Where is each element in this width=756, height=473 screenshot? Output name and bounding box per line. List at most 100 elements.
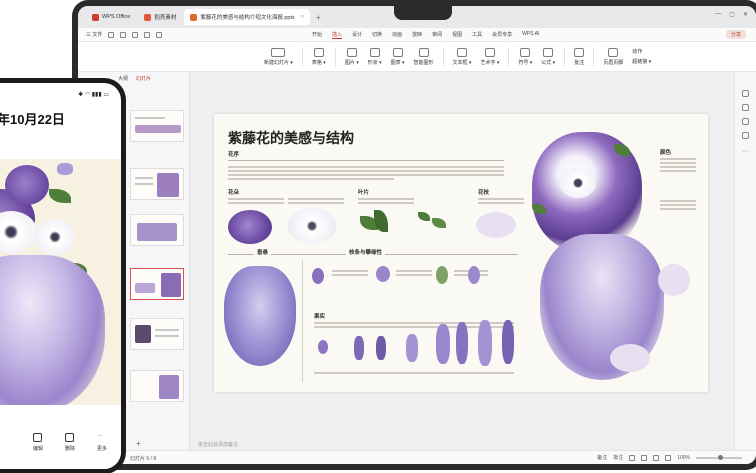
smartart-button[interactable]: 智能图形 (414, 47, 434, 66)
slide-thumbnail[interactable] (130, 318, 184, 350)
photo-preview[interactable] (0, 159, 121, 405)
redo-icon[interactable] (156, 31, 163, 38)
textbox-button[interactable]: 文本框 ▾ (453, 47, 471, 66)
butterfly-illustration (57, 163, 73, 175)
tab-transition[interactable]: 切换 (372, 31, 382, 39)
slide-canvas[interactable]: 紫藤花的美感与结构 花序 花朵 叶片 花枝 垂悬 枝条与攀缘性 果实 颜色 (214, 114, 708, 392)
save-icon[interactable] (120, 31, 127, 38)
tab-review[interactable]: 审阅 (432, 31, 442, 39)
star-icon[interactable] (742, 104, 749, 111)
play-icon[interactable] (665, 454, 672, 461)
status-bar: 幻灯片 5 / 8 备注 批注 100% (78, 450, 756, 464)
slides-tab[interactable]: 幻灯片 (136, 75, 151, 82)
edit-button[interactable]: 编辑 (33, 433, 43, 469)
new-slide-button[interactable]: 新建幻灯片 ▾ (264, 47, 293, 66)
header-footer-button[interactable]: 页眉页脚 (603, 47, 623, 66)
section-heading: 花朵 (228, 190, 240, 196)
equation-button[interactable]: 公式 ▾ (541, 47, 555, 66)
shape-button[interactable]: 形状 ▾ (368, 47, 382, 66)
symbol-icon (520, 47, 531, 57)
add-slide-icon[interactable]: + (136, 439, 141, 448)
minimize-icon[interactable]: — (715, 11, 721, 18)
signal-icon: ▮▮▮ (91, 92, 102, 98)
notes-placeholder[interactable]: 单击此处添加备注 (198, 441, 238, 448)
normal-view-icon[interactable] (629, 454, 636, 461)
info-bubble (476, 212, 516, 238)
comment-icon (574, 47, 585, 57)
tab-animation[interactable]: 动画 (392, 31, 402, 39)
tab-wps-ai[interactable]: WPS AI (522, 31, 539, 39)
wisteria-raceme-illustration (318, 340, 328, 354)
insert-ribbon: 新建幻灯片 ▾ 表格 ▾ 图片 ▾ 形状 ▾ 图表 ▾ 智能图形 文本框 ▾ 艺… (78, 42, 756, 72)
picture-button[interactable]: 图片 ▾ (345, 47, 359, 66)
comments-toggle[interactable]: 批注 (613, 454, 623, 461)
print-icon[interactable] (132, 31, 139, 38)
zoom-slider[interactable] (696, 454, 742, 460)
layout-icon[interactable] (742, 118, 749, 125)
more-button[interactable]: ⋯ 更多 (97, 433, 107, 469)
tab-design[interactable]: 设计 (352, 31, 362, 39)
info-bubble (658, 264, 690, 296)
zoom-level[interactable]: 100% (677, 455, 690, 461)
slide-thumbnail[interactable] (130, 168, 184, 200)
undo-icon[interactable] (144, 31, 151, 38)
comment-button[interactable]: 批注 (574, 47, 585, 66)
tab-insert[interactable]: 插入 (332, 31, 343, 39)
phone-status-bar: ✱ ◠ ▮▮▮ ▭ (0, 91, 121, 98)
close-tab-icon[interactable]: × (301, 14, 304, 20)
notes-toggle[interactable]: 备注 (597, 454, 607, 461)
slide-thumbnail[interactable] (130, 370, 184, 402)
info-bubble (610, 344, 650, 372)
photo-date: 年10月22日 (0, 112, 65, 127)
table-button[interactable]: 表格 ▾ (312, 47, 326, 66)
tab-member[interactable]: 会员专享 (492, 31, 512, 39)
delete-button[interactable]: 删除 (65, 433, 75, 469)
help-icon[interactable] (742, 132, 749, 139)
slide-thumbnail[interactable] (130, 214, 184, 246)
properties-icon[interactable] (742, 90, 749, 97)
action-button[interactable]: 动作 (632, 48, 651, 55)
section-heading: 果实 (314, 314, 326, 320)
tab-document[interactable]: 紫藤花的美感与结构介绍文化海报.pptx × (184, 9, 310, 25)
sorter-view-icon[interactable] (641, 454, 648, 461)
file-menu[interactable]: 三 文件 (86, 31, 102, 38)
close-window-icon[interactable]: ✕ (743, 11, 748, 18)
wisteria-raceme-illustration (456, 322, 468, 364)
wisteria-raceme-illustration (436, 324, 450, 364)
chart-button[interactable]: 图表 ▾ (391, 47, 405, 66)
more-icon[interactable]: ⋯ (742, 148, 749, 155)
share-button[interactable]: 分享 (725, 30, 746, 39)
tab-docer[interactable]: 稻壳素材 (138, 9, 182, 25)
ribbon-divider (442, 46, 444, 67)
camera-notch (394, 6, 452, 20)
thumb-text (135, 177, 153, 179)
symbol-button[interactable]: 符号 ▾ (518, 47, 532, 66)
textbox-icon (457, 47, 467, 57)
slide-thumbnail-selected[interactable] (130, 268, 184, 300)
tab-slideshow[interactable]: 放映 (412, 31, 422, 39)
new-file-icon[interactable] (108, 31, 115, 38)
window-controls: — ▢ ✕ (715, 11, 748, 18)
wisteria-raceme-illustration (478, 320, 492, 366)
ppt-file-icon (190, 13, 198, 21)
tab-home[interactable]: 开始 (312, 31, 322, 39)
wisteria-drape-illustration (0, 255, 105, 405)
paragraph (660, 200, 696, 212)
slide-thumbnail[interactable] (130, 110, 184, 142)
ribbon-divider (564, 46, 566, 67)
tab-wps-office[interactable]: WPS Office (86, 9, 136, 25)
thumb-text (155, 335, 179, 337)
slide-title[interactable]: 紫藤花的美感与结构 (228, 128, 354, 148)
hyperlink-button[interactable]: 超链接 ▾ (632, 58, 651, 65)
wordart-icon (484, 47, 495, 57)
tab-view[interactable]: 视图 (452, 31, 462, 39)
zoom-knob[interactable] (718, 454, 723, 460)
wordart-button[interactable]: 艺术字 ▾ (480, 47, 499, 66)
tab-tools[interactable]: 工具 (472, 31, 482, 39)
new-tab-icon[interactable]: + (316, 13, 321, 22)
outline-tab[interactable]: 大纲 (118, 75, 128, 82)
maximize-icon[interactable]: ▢ (729, 11, 735, 18)
button-label: 编辑 (32, 446, 43, 452)
reading-view-icon[interactable] (653, 454, 660, 461)
chart-icon (392, 47, 403, 57)
